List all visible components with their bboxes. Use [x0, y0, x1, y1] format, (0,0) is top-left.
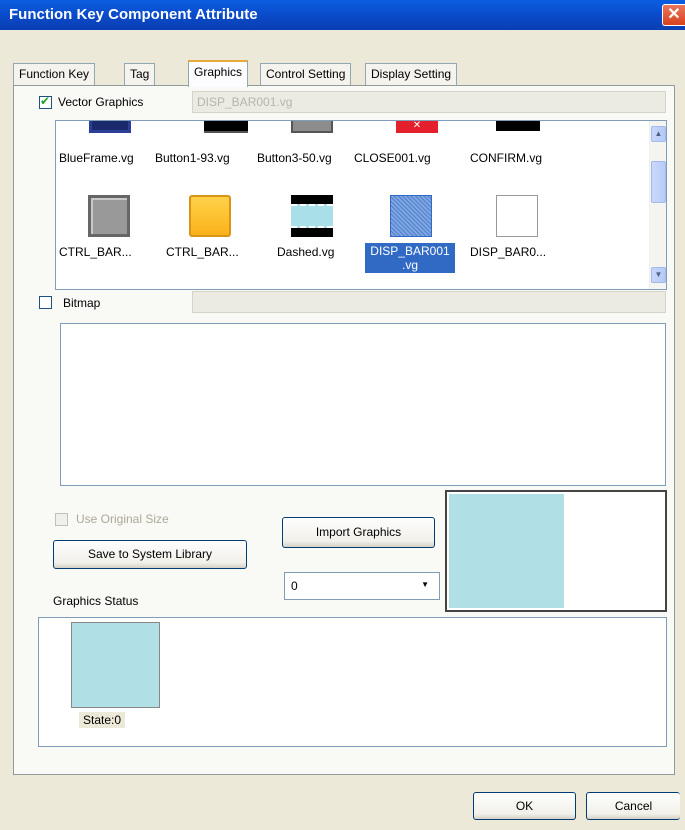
tab-label: Graphics [194, 65, 243, 79]
preview-fill [449, 494, 564, 608]
selected-file-ext: .vg [401, 258, 418, 272]
state-0-swatch[interactable] [71, 622, 160, 708]
bitmap-path [192, 291, 666, 313]
tab-label: Display Setting [371, 67, 452, 81]
file-item-selected[interactable]: DISP_BAR001 .vg [365, 243, 455, 273]
button3-thumbnail[interactable] [291, 121, 333, 133]
tab-tag[interactable]: Tag [124, 63, 156, 85]
vector-graphics-path: DISP_BAR001.vg [192, 91, 666, 113]
file-item[interactable]: Button1-93.vg [155, 151, 230, 165]
vector-graphics-label: Vector Graphics [58, 95, 144, 109]
scroll-up-icon[interactable]: ▲ [651, 126, 666, 142]
ok-button[interactable]: OK [473, 792, 576, 820]
button1-thumbnail[interactable] [204, 121, 248, 133]
import-graphics-button[interactable]: Import Graphics [282, 517, 435, 548]
tab-function-key[interactable]: Function Key [13, 63, 96, 85]
tab-label: Tag [130, 67, 150, 81]
ctrl-bar-2-thumbnail[interactable] [189, 195, 231, 237]
selected-file-name: DISP_BAR001 [370, 244, 450, 258]
use-original-size-checkbox[interactable] [55, 513, 68, 526]
file-item[interactable]: CLOSE001.vg [354, 151, 431, 165]
vector-graphics-checkbox[interactable] [39, 94, 52, 109]
use-original-size-label: Use Original Size [76, 512, 169, 526]
state-select[interactable]: 0 ▼ [284, 572, 440, 600]
bitmap-list[interactable] [60, 323, 666, 486]
confirm-thumbnail[interactable] [496, 121, 540, 131]
vector-graphics-list[interactable]: ✕ BlueFrame.vg Button1-93.vg Button3-50.… [55, 120, 667, 290]
disp-bar002-thumbnail[interactable] [496, 195, 538, 237]
tab-graphics[interactable]: Graphics [188, 60, 249, 87]
file-item[interactable]: Dashed.vg [277, 245, 334, 259]
vertical-scrollbar[interactable]: ▲ ▼ [649, 121, 666, 289]
close-icon: ✕ [667, 6, 681, 23]
bitmap-label: Bitmap [63, 296, 101, 310]
save-to-library-button[interactable]: Save to System Library [53, 540, 247, 569]
graphics-preview [445, 490, 667, 612]
disp-bar001-thumbnail[interactable] [390, 195, 432, 237]
close-button[interactable]: ✕ [662, 4, 685, 26]
state-select-value: 0 [291, 579, 298, 593]
close001-thumbnail[interactable]: ✕ [396, 121, 438, 133]
file-item[interactable]: CTRL_BAR... [166, 245, 239, 259]
tab-display-setting[interactable]: Display Setting [365, 63, 458, 85]
scroll-thumb[interactable] [651, 161, 666, 203]
title-bar: Function Key Component Attribute [0, 0, 685, 30]
blueframe-thumbnail[interactable] [89, 121, 131, 133]
dashed-thumbnail[interactable] [291, 195, 333, 237]
file-item[interactable]: CTRL_BAR... [59, 245, 132, 259]
tab-label: Control Setting [266, 67, 346, 81]
window-title: Function Key Component Attribute [9, 6, 258, 23]
tab-label: Function Key [19, 67, 90, 81]
file-item[interactable]: Button3-50.vg [257, 151, 332, 165]
state-0-label: State:0 [79, 712, 126, 728]
file-item[interactable]: DISP_BAR0... [470, 245, 546, 259]
chevron-down-icon: ▼ [421, 580, 429, 589]
file-item[interactable]: CONFIRM.vg [470, 151, 542, 165]
cancel-button[interactable]: Cancel [586, 792, 680, 820]
bitmap-checkbox[interactable] [39, 296, 52, 309]
graphics-status-panel: State:0 [38, 617, 667, 747]
graphics-status-label: Graphics Status [53, 594, 139, 608]
scroll-down-icon[interactable]: ▼ [651, 267, 666, 283]
ctrl-bar-thumbnail[interactable] [88, 195, 130, 237]
tab-control-setting[interactable]: Control Setting [260, 63, 352, 85]
file-item[interactable]: BlueFrame.vg [59, 151, 134, 165]
